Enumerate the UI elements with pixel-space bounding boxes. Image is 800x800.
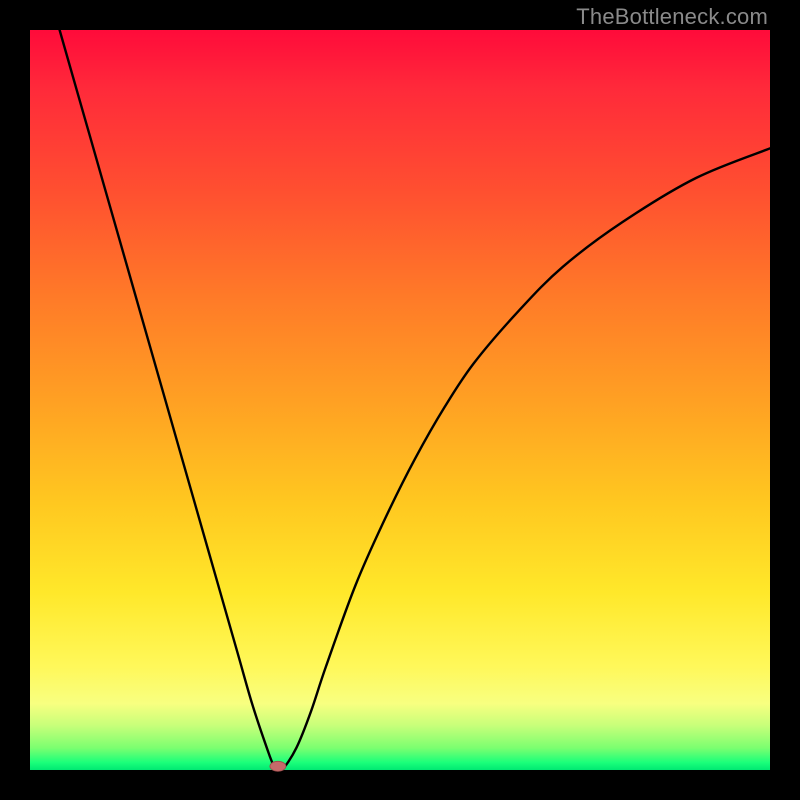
bottleneck-curve (60, 30, 770, 771)
curve-svg (30, 30, 770, 770)
plot-area (30, 30, 770, 770)
optimal-point-marker (270, 761, 286, 771)
watermark-text: TheBottleneck.com (576, 4, 768, 30)
chart-frame: TheBottleneck.com (0, 0, 800, 800)
